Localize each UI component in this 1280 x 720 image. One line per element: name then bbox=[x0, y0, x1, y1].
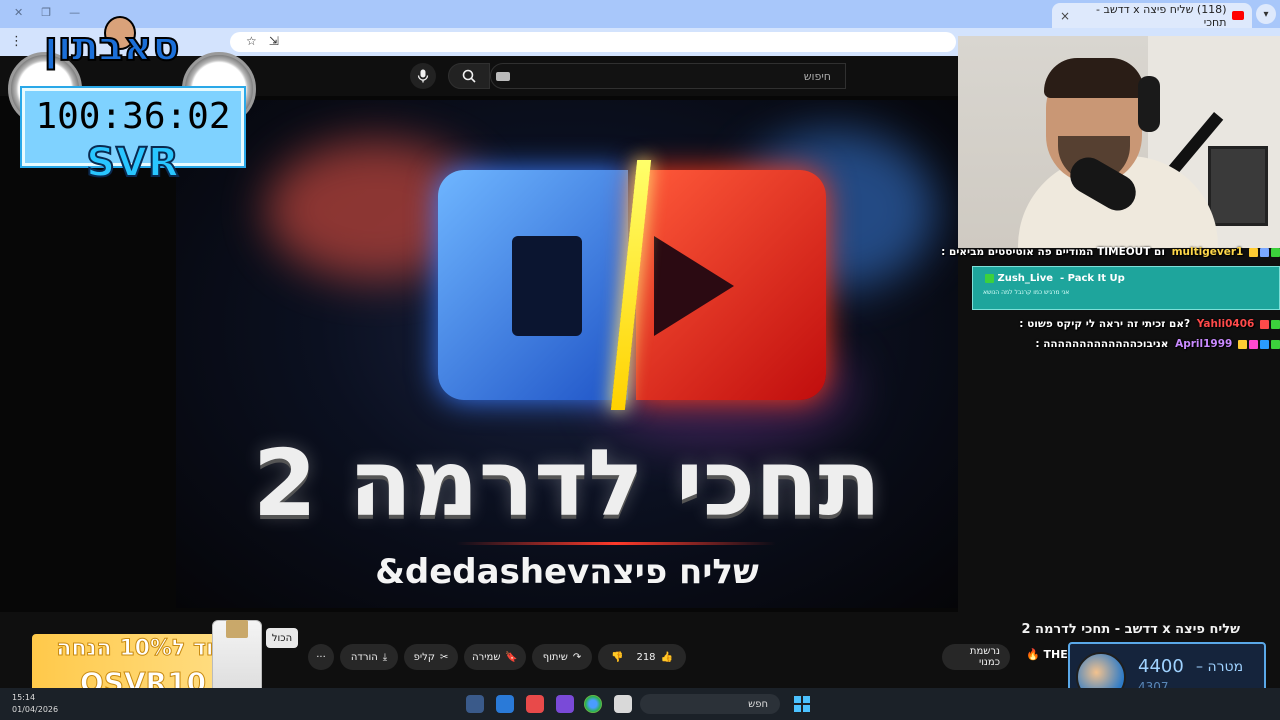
clip-label: קליפ bbox=[413, 651, 435, 663]
url-actions: ☆ ⇲ bbox=[246, 34, 279, 48]
twitch-studio-icon[interactable] bbox=[556, 695, 574, 713]
more-icon: ··· bbox=[316, 651, 326, 663]
windows-start-icon[interactable] bbox=[794, 696, 810, 712]
keyboard-icon[interactable] bbox=[496, 72, 510, 81]
search-input[interactable]: חיפוש bbox=[490, 63, 846, 89]
youtube-favicon-icon bbox=[1232, 11, 1244, 20]
goal-label-text: מטרה bbox=[1207, 659, 1244, 675]
goal-dash: – bbox=[1196, 659, 1203, 675]
download-icon: ⤓ bbox=[382, 651, 388, 663]
microphone-icon bbox=[417, 69, 429, 83]
subathon-logo: סאבתון bbox=[43, 23, 180, 71]
system-clock[interactable]: 15:14 01/04/2026 bbox=[12, 692, 58, 716]
bookmark-icon: 🔖 bbox=[505, 651, 518, 663]
badge-icon bbox=[985, 273, 994, 283]
alert-song: Pack It Up bbox=[1067, 273, 1125, 284]
app-red-icon[interactable] bbox=[526, 695, 544, 713]
clip-button[interactable]: ✂ קליפ bbox=[404, 644, 458, 670]
tab-search-menu-icon[interactable]: ▾ bbox=[1256, 4, 1276, 24]
chat-message: Yahli0406 ?אם זכיתי זה יראה לי קיקס פשוט… bbox=[1019, 318, 1280, 330]
video-thumbnail[interactable]: תחכי לדרמה 2 שליח פיצהdedashev& bbox=[176, 100, 958, 608]
browser-tab[interactable]: (118) שליח פיצה x דדשב - תחכי × bbox=[1052, 2, 1252, 29]
minimize-window-icon[interactable]: — bbox=[69, 6, 80, 19]
badge-icon bbox=[1249, 339, 1258, 349]
chrome-icon[interactable] bbox=[584, 695, 602, 713]
restore-window-icon[interactable]: ❐ bbox=[41, 6, 51, 19]
share-icon: ↷ bbox=[572, 651, 582, 663]
chat-username: April1999 bbox=[1175, 338, 1233, 350]
clock-time: 15:14 bbox=[12, 693, 36, 702]
badge-icon bbox=[1260, 319, 1269, 329]
subathon-timer: 100:36:02 bbox=[35, 96, 231, 137]
alert-subtext: אני מרגיש כמו קרנבל למה הנושא bbox=[983, 289, 1070, 296]
streamer-webcam bbox=[958, 36, 1280, 248]
steam-icon[interactable] bbox=[466, 695, 484, 713]
install-app-icon[interactable]: ⇲ bbox=[269, 34, 279, 48]
chat-text: ?אם זכיתי זה יראה לי קיקס פשוט : bbox=[1019, 318, 1191, 330]
goal-label: מטרה – bbox=[1196, 659, 1243, 675]
alert-line: Zush_Live - Pack It Up bbox=[983, 273, 1269, 284]
voice-search-button[interactable] bbox=[410, 63, 436, 89]
thumbnail-subtitle: שליח פיצהdedashev& bbox=[375, 552, 759, 592]
chat-text: אניבוכההההההההההההה : bbox=[1035, 338, 1169, 350]
notepad-icon[interactable] bbox=[496, 695, 514, 713]
dislike-icon: 👎 bbox=[611, 651, 624, 663]
filter-chip-all[interactable]: הכול bbox=[266, 628, 298, 648]
more-actions-button[interactable]: ··· bbox=[308, 644, 334, 670]
webcam-shelf bbox=[1208, 146, 1268, 226]
save-label: שמירה bbox=[472, 651, 501, 663]
badge-icon bbox=[1249, 247, 1258, 257]
close-window-icon[interactable]: ✕ bbox=[14, 6, 23, 19]
svr-tag: SVR bbox=[85, 139, 180, 187]
browser-menu-icon[interactable]: ⋮ bbox=[10, 34, 23, 49]
perfume-cap bbox=[226, 620, 248, 638]
headset bbox=[1138, 76, 1160, 132]
badge-icon bbox=[1260, 247, 1269, 257]
chat-username: Yahli0406 bbox=[1196, 318, 1255, 330]
badge-icon bbox=[1238, 339, 1247, 349]
badge-icon bbox=[1271, 339, 1280, 349]
subscribed-button[interactable]: נרשמת כמנוי bbox=[942, 644, 1010, 670]
chat-message: April1999 אניבוכההההההההההההה : bbox=[1035, 338, 1280, 350]
subscribe-label: נרשמת כמנוי bbox=[969, 646, 1000, 668]
like-count: 218 bbox=[636, 651, 656, 663]
tab-close-icon[interactable]: × bbox=[1060, 9, 1070, 23]
share-button[interactable]: ↷ שיתוף bbox=[532, 644, 592, 670]
chat-username: multigever1 bbox=[1171, 246, 1244, 258]
badge-icon bbox=[1271, 319, 1280, 329]
file-explorer-icon[interactable] bbox=[614, 695, 632, 713]
taskbar-search[interactable]: חפש bbox=[640, 694, 780, 714]
share-label: שיתוף bbox=[542, 651, 568, 663]
search-icon bbox=[462, 69, 476, 83]
like-dislike-button[interactable]: 👍 218 👎 bbox=[598, 644, 686, 670]
thumbnail-divider bbox=[456, 542, 776, 545]
badge-icon bbox=[1271, 247, 1280, 257]
play-triangle-icon bbox=[654, 236, 734, 336]
thumbnail-title: תחכי לדרמה 2 bbox=[252, 430, 882, 537]
alert-username: Zush_Live bbox=[997, 273, 1054, 284]
save-button[interactable]: 🔖 שמירה bbox=[464, 644, 526, 670]
tab-title: (118) שליח פיצה x דדשב - תחכי bbox=[1096, 2, 1227, 29]
search-button[interactable] bbox=[448, 63, 490, 89]
scissors-icon: ✂ bbox=[439, 651, 449, 663]
streamer-hair bbox=[1044, 58, 1144, 98]
logo-left-cutout bbox=[512, 236, 582, 336]
chat-text: ום TIMEOUT המודיים פה אוטיסטים מביאים : bbox=[941, 246, 1165, 258]
url-input[interactable] bbox=[230, 32, 956, 52]
clock-date: 01/04/2026 bbox=[12, 705, 59, 714]
download-label: הורדה bbox=[350, 651, 378, 663]
song-request-alert: Zush_Live - Pack It Up אני מרגיש כמו קרנ… bbox=[972, 266, 1280, 310]
window-controls: ✕ ❐ — bbox=[14, 6, 80, 19]
goal-target: 4400 bbox=[1138, 656, 1184, 677]
bookmark-star-icon[interactable]: ☆ bbox=[246, 34, 257, 48]
download-button[interactable]: ⤓ הורדה bbox=[340, 644, 398, 670]
video-title: שליח פיצה x דדשב - תחכי לדרמה 2 bbox=[1021, 622, 1240, 637]
badge-icon bbox=[1260, 339, 1269, 349]
chat-message: multigever1 ום TIMEOUT המודיים פה אוטיסט… bbox=[941, 246, 1280, 258]
like-icon: 👍 bbox=[660, 651, 673, 663]
